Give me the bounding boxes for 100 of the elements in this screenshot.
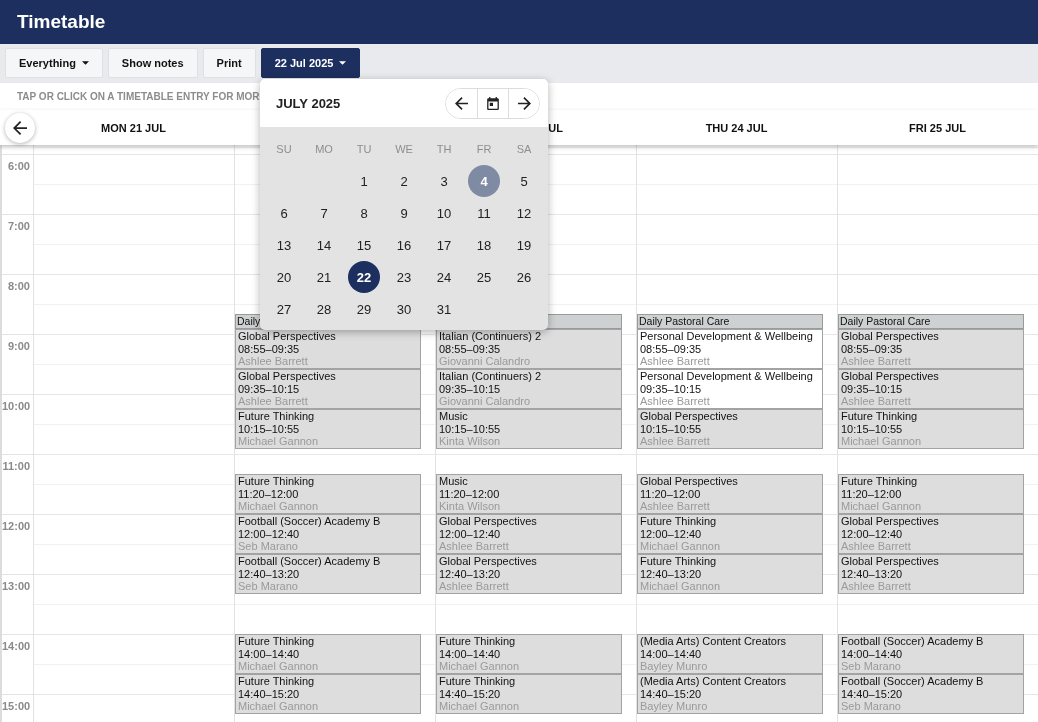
lesson-card[interactable]: Global Perspectives 08:55–09:35 Ashlee Barrett <box>838 329 1024 369</box>
lesson-title: Global Perspectives <box>238 330 336 343</box>
lesson-card[interactable]: Future Thinking 12:00–12:40 Michael Gannon <box>637 514 823 554</box>
lesson-title: Music <box>439 475 468 488</box>
lesson-card[interactable]: Global Perspectives 12:00–12:40 Ashlee Barrett <box>838 514 1024 554</box>
lesson-card[interactable]: Future Thinking 11:20–12:00 Michael Gannon <box>838 474 1024 514</box>
lesson-card[interactable]: Italian (Continuers) 2 08:55–09:35 Giovanni Calandro <box>436 329 622 369</box>
calendar-day[interactable]: 15 <box>348 229 380 261</box>
calendar-day[interactable]: 18 <box>468 229 500 261</box>
teacher-name: Ashlee Barrett <box>640 355 710 368</box>
event-bar[interactable]: Daily Pastoral Care <box>838 314 1024 329</box>
calendar-day[interactable]: 12 <box>508 197 540 229</box>
lesson-card[interactable]: Future Thinking 11:20–12:00 Michael Gannon <box>235 474 421 514</box>
lesson-card[interactable]: Global Perspectives 08:55–09:35 Ashlee Barrett <box>235 329 421 369</box>
calendar-day[interactable]: 23 <box>388 261 420 293</box>
lesson-time: 12:40–13:20 <box>439 567 501 580</box>
lesson-time: 08:55–09:35 <box>238 342 300 355</box>
calendar-day[interactable]: 19 <box>508 229 540 261</box>
lesson-card[interactable]: Global Perspectives 09:35–10:15 Ashlee Barrett <box>235 369 421 409</box>
lesson-title: Future Thinking <box>439 635 516 648</box>
lesson-time: 12:00–12:40 <box>238 527 300 540</box>
lesson-title: Global Perspectives <box>439 515 537 528</box>
lesson-card[interactable]: Global Perspectives 12:40–13:20 Ashlee Barrett <box>838 554 1024 594</box>
lesson-card[interactable]: (Media Arts) Content Creators 14:40–15:20 Bayley Munro <box>637 674 823 714</box>
event-title: Daily <box>237 315 261 328</box>
lesson-card[interactable]: Global Perspectives 12:40–13:20 Ashlee Barrett <box>436 554 622 594</box>
lesson-card[interactable]: Football (Soccer) Academy B 14:40–15:20 Seb Marano <box>838 674 1024 714</box>
calendar-day[interactable]: 29 <box>348 293 380 325</box>
calendar-day[interactable]: 28 <box>308 293 340 325</box>
teacher-name: Ashlee Barrett <box>640 500 710 513</box>
event-title: Daily Pastoral Care <box>639 315 730 328</box>
lesson-card[interactable]: Personal Development & Wellbeing 08:55–09:35 Ashlee Barrett <box>637 329 823 369</box>
weekday-label: FR <box>476 143 492 155</box>
lesson-time: 11:20–12:00 <box>640 487 701 500</box>
weekday-label: MO <box>315 143 333 155</box>
lesson-card[interactable]: Future Thinking 10:15–10:55 Michael Gannon <box>235 409 421 449</box>
calendar-day[interactable]: 5 <box>508 165 540 197</box>
lesson-card[interactable]: Personal Development & Wellbeing 09:35–10:15 Ashlee Barrett <box>637 369 823 409</box>
lesson-card[interactable]: Music 10:15–10:55 Kinta Wilson <box>436 409 622 449</box>
lesson-card[interactable]: Future Thinking 14:40–15:20 Michael Gannon <box>436 674 622 714</box>
lesson-card[interactable]: Music 11:20–12:00 Kinta Wilson <box>436 474 622 514</box>
calendar-day[interactable]: 13 <box>268 229 300 261</box>
lesson-card[interactable]: Global Perspectives 12:00–12:40 Ashlee Barrett <box>436 514 622 554</box>
lesson-card[interactable]: Future Thinking 10:15–10:55 Michael Gannon <box>838 409 1024 449</box>
lesson-card[interactable]: Future Thinking 14:00–14:40 Michael Gannon <box>436 634 622 674</box>
arrow-right-icon <box>517 96 531 110</box>
teacher-name: Giovanni Calandro <box>439 355 531 368</box>
lesson-card[interactable]: Italian (Continuers) 2 09:35–10:15 Giovanni Calandro <box>436 369 622 409</box>
lesson-card[interactable]: Global Perspectives 11:20–12:00 Ashlee Barrett <box>637 474 823 514</box>
teacher-name: Giovanni Calandro <box>439 395 531 408</box>
calendar-day[interactable]: 27 <box>268 293 300 325</box>
toolbar-button[interactable]: Show notes <box>107 48 198 78</box>
calendar-day[interactable]: 24 <box>428 261 460 293</box>
lesson-card[interactable]: Future Thinking 14:00–14:40 Michael Gannon <box>235 634 421 674</box>
calendar-day[interactable]: 26 <box>508 261 540 293</box>
lesson-title: Future Thinking <box>640 555 717 568</box>
lesson-time: 12:00–12:40 <box>841 527 903 540</box>
event-bar[interactable]: Daily Pastoral Care <box>637 314 823 329</box>
calendar-day[interactable]: 6 <box>268 197 300 229</box>
calendar-day[interactable]: 30 <box>388 293 420 325</box>
calendar-day[interactable]: 22 <box>348 261 380 293</box>
calendar-day[interactable]: 20 <box>268 261 300 293</box>
lesson-card[interactable]: Football (Soccer) Academy B 12:40–13:20 Seb Marano <box>235 554 421 594</box>
lesson-card[interactable]: Football (Soccer) Academy B 14:00–14:40 Seb Marano <box>838 634 1024 674</box>
calendar-day[interactable]: 10 <box>428 197 460 229</box>
teacher-name: Seb Marano <box>238 580 298 593</box>
next-month-button[interactable] <box>508 88 539 118</box>
weekday-label: SA <box>516 143 532 155</box>
teacher-name: Ashlee Barrett <box>841 580 911 593</box>
dropdown-button[interactable]: Everything <box>5 48 103 78</box>
calendar-day[interactable]: 7 <box>308 197 340 229</box>
calendar-day[interactable]: 3 <box>428 165 460 197</box>
calendar-day[interactable]: 31 <box>428 293 460 325</box>
calendar-day[interactable]: 25 <box>468 261 500 293</box>
lesson-card[interactable]: Future Thinking 12:40–13:20 Michael Gannon <box>637 554 823 594</box>
calendar-day[interactable]: 11 <box>468 197 500 229</box>
lesson-card[interactable]: Global Perspectives 09:35–10:15 Ashlee Barrett <box>838 369 1024 409</box>
teacher-name: Kinta Wilson <box>439 500 501 513</box>
calendar-day[interactable]: 9 <box>388 197 420 229</box>
lesson-card[interactable]: Football (Soccer) Academy B 12:00–12:40 Seb Marano <box>235 514 421 554</box>
dropdown-button[interactable]: 22 Jul 2025 <box>260 48 361 78</box>
lesson-time: 12:40–13:20 <box>640 567 702 580</box>
calendar-day[interactable]: 8 <box>348 197 380 229</box>
calendar-day[interactable]: 17 <box>428 229 460 261</box>
back-button[interactable] <box>5 112 35 143</box>
calendar-day[interactable]: 21 <box>308 261 340 293</box>
lesson-title: Italian (Continuers) 2 <box>439 330 542 343</box>
calendar-day[interactable]: 1 <box>348 165 380 197</box>
lesson-card[interactable]: Global Perspectives 10:15–10:55 Ashlee Barrett <box>637 409 823 449</box>
toolbar-button[interactable]: Print <box>202 48 256 78</box>
teacher-name: Bayley Munro <box>640 700 708 713</box>
lesson-title: Football (Soccer) Academy B <box>238 515 381 528</box>
lesson-time: 10:15–10:55 <box>640 422 702 435</box>
calendar-day[interactable]: 16 <box>388 229 420 261</box>
lesson-card[interactable]: Future Thinking 14:40–15:20 Michael Gannon <box>235 674 421 714</box>
calendar-day[interactable]: 14 <box>308 229 340 261</box>
lesson-card[interactable]: (Media Arts) Content Creators 14:00–14:40 Bayley Munro <box>637 634 823 674</box>
teacher-name: Michael Gannon <box>640 580 721 593</box>
app-title: Timetable <box>17 11 106 33</box>
calendar-day[interactable]: 2 <box>388 165 420 197</box>
